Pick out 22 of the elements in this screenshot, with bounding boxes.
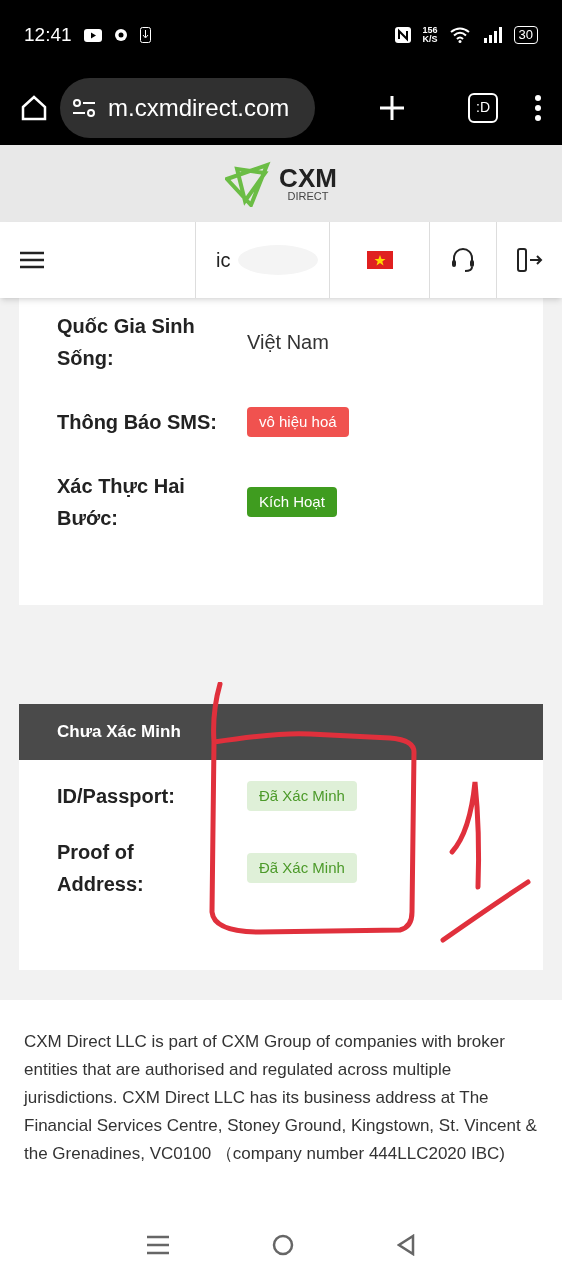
battery-indicator: 30 xyxy=(513,26,538,44)
speed-unit: K/S xyxy=(422,35,438,44)
logo-subtitle: DIRECT xyxy=(287,191,329,202)
status-badge: Đã Xác Minh xyxy=(247,852,357,884)
field-label: Thông Báo SMS: xyxy=(57,410,218,435)
account-id[interactable]: ic xyxy=(216,245,231,275)
url-text: m.cxmdirect.com xyxy=(108,92,290,123)
section-title: Chưa Xác Minh xyxy=(57,721,181,744)
legal-notice: CXM Direct LLC is part of CXM Group of companies with broker entities that are authorised and regulated across multiple jurisdictions. CXM Direct LLC has its business address at The Financial Services Centre, Stoney Ground, Kingstown, St. Vincent & the Grenadines, VC0100 （company number 444LLC2020 IBC) xyxy=(24,1031,538,1165)
clock: 12:41 xyxy=(24,22,72,47)
field-label: Quốc Gia Sinh Sống: xyxy=(57,314,196,371)
status-badge: vô hiệu hoá xyxy=(247,406,349,438)
address-bar[interactable]: m.cxmdirect.com xyxy=(60,77,315,138)
status-badge: Kích Hoạt xyxy=(247,486,337,518)
logo-title: CXM xyxy=(279,165,337,191)
tab-switcher[interactable]: :D xyxy=(468,92,498,123)
field-label: Xác Thực Hai Bước: xyxy=(57,474,186,531)
status-badge: Đã Xác Minh xyxy=(247,780,357,812)
field-value: Việt Nam xyxy=(247,330,329,355)
field-label: Proof of Address: xyxy=(57,840,145,897)
field-label: ID/Passport: xyxy=(57,784,176,809)
network-speed: 156 xyxy=(422,26,438,35)
